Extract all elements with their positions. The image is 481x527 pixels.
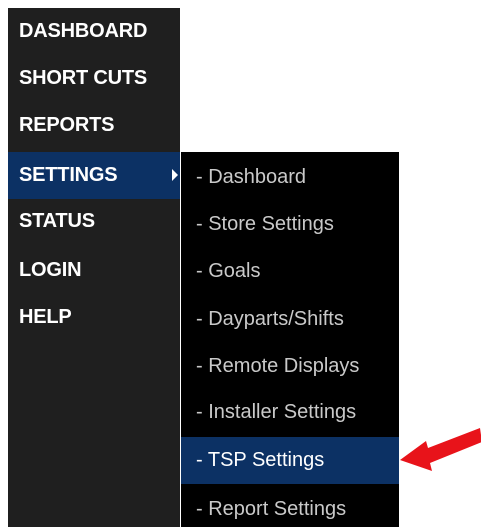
- navigation-screenshot: DASHBOARD SHORT CUTS REPORTS SETTINGS ST…: [0, 0, 481, 527]
- menu-item-status[interactable]: STATUS: [8, 198, 180, 245]
- menu-item-label: REPORTS: [19, 114, 115, 136]
- menu-item-label: SETTINGS: [19, 164, 118, 186]
- submenu-item-label: - Installer Settings: [196, 401, 357, 423]
- menu-item-dashboard[interactable]: DASHBOARD: [8, 8, 180, 55]
- menu-item-login[interactable]: LOGIN: [8, 247, 180, 294]
- menu-item-short-cuts[interactable]: SHORT CUTS: [8, 55, 180, 102]
- submenu-item-tsp-settings[interactable]: - TSP Settings: [181, 437, 399, 484]
- menu-item-label: STATUS: [19, 210, 95, 232]
- submenu-item-label: - Store Settings: [196, 213, 334, 235]
- menu-item-label: LOGIN: [19, 259, 82, 281]
- submenu-arrow-icon: [172, 169, 178, 181]
- submenu-item-installer-settings[interactable]: - Installer Settings: [181, 389, 399, 436]
- submenu-item-label: - Report Settings: [196, 498, 347, 520]
- submenu-item-label: - Goals: [196, 260, 261, 282]
- menu-item-label: SHORT CUTS: [19, 67, 148, 89]
- menu-item-label: HELP: [19, 306, 72, 328]
- menu-item-help[interactable]: HELP: [8, 294, 180, 341]
- submenu-item-label: - TSP Settings: [196, 449, 325, 471]
- submenu-item-label: - Remote Displays: [196, 355, 360, 377]
- red-arrow-pointer-icon: [400, 428, 481, 471]
- submenu-item-report-settings[interactable]: - Report Settings: [181, 486, 399, 527]
- submenu-item-label: - Dashboard: [196, 166, 307, 188]
- menu-item-settings[interactable]: SETTINGS: [8, 152, 180, 199]
- menu-item-reports[interactable]: REPORTS: [8, 102, 180, 149]
- submenu-item-remote-displays[interactable]: - Remote Displays: [181, 343, 399, 390]
- menu-item-label: DASHBOARD: [19, 20, 148, 42]
- submenu-item-store-settings[interactable]: - Store Settings: [181, 201, 399, 248]
- submenu-item-dayparts-shifts[interactable]: - Dayparts/Shifts: [181, 296, 399, 343]
- main-menu: DASHBOARD SHORT CUTS REPORTS SETTINGS ST…: [8, 8, 180, 527]
- submenu-item-goals[interactable]: - Goals: [181, 248, 399, 295]
- submenu-item-dashboard[interactable]: - Dashboard: [181, 154, 399, 201]
- settings-submenu: - Dashboard - Store Settings - Goals - D…: [181, 152, 399, 527]
- submenu-item-label: - Dayparts/Shifts: [196, 308, 344, 330]
